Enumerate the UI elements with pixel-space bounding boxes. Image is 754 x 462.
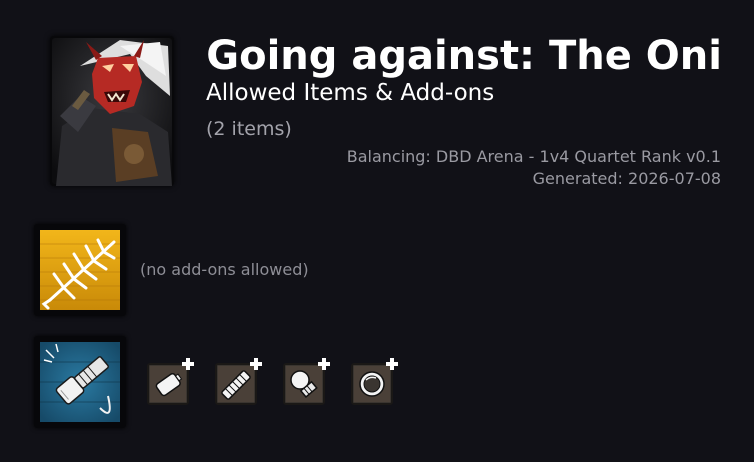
flashlight-icon (40, 342, 120, 422)
addon-lens-ring[interactable] (350, 358, 398, 405)
page-title: Going against: The Oni (206, 33, 722, 79)
generated-date: Generated: 2026-07-08 (532, 169, 721, 188)
balancing-info: Balancing: DBD Arena - 1v4 Quartet Rank … (346, 147, 721, 166)
battery-addon-icon (147, 358, 194, 405)
addon-bulb[interactable] (282, 358, 330, 405)
lens-ring-addon-icon (351, 358, 398, 405)
page-subtitle: Allowed Items & Add-ons (206, 80, 495, 106)
killer-portrait (50, 36, 174, 186)
addon-battery[interactable] (146, 358, 194, 405)
firecracker-icon (40, 230, 120, 310)
no-addons-note: (no add-ons allowed) (140, 260, 309, 279)
addon-handle-grip[interactable] (214, 358, 262, 405)
item-flashlight[interactable] (34, 336, 126, 428)
oni-portrait-icon (52, 38, 172, 186)
item-firecracker[interactable] (34, 224, 126, 316)
handle-grip-addon-icon (215, 358, 262, 405)
item-count: (2 items) (206, 118, 292, 140)
bulb-addon-icon (283, 358, 330, 405)
